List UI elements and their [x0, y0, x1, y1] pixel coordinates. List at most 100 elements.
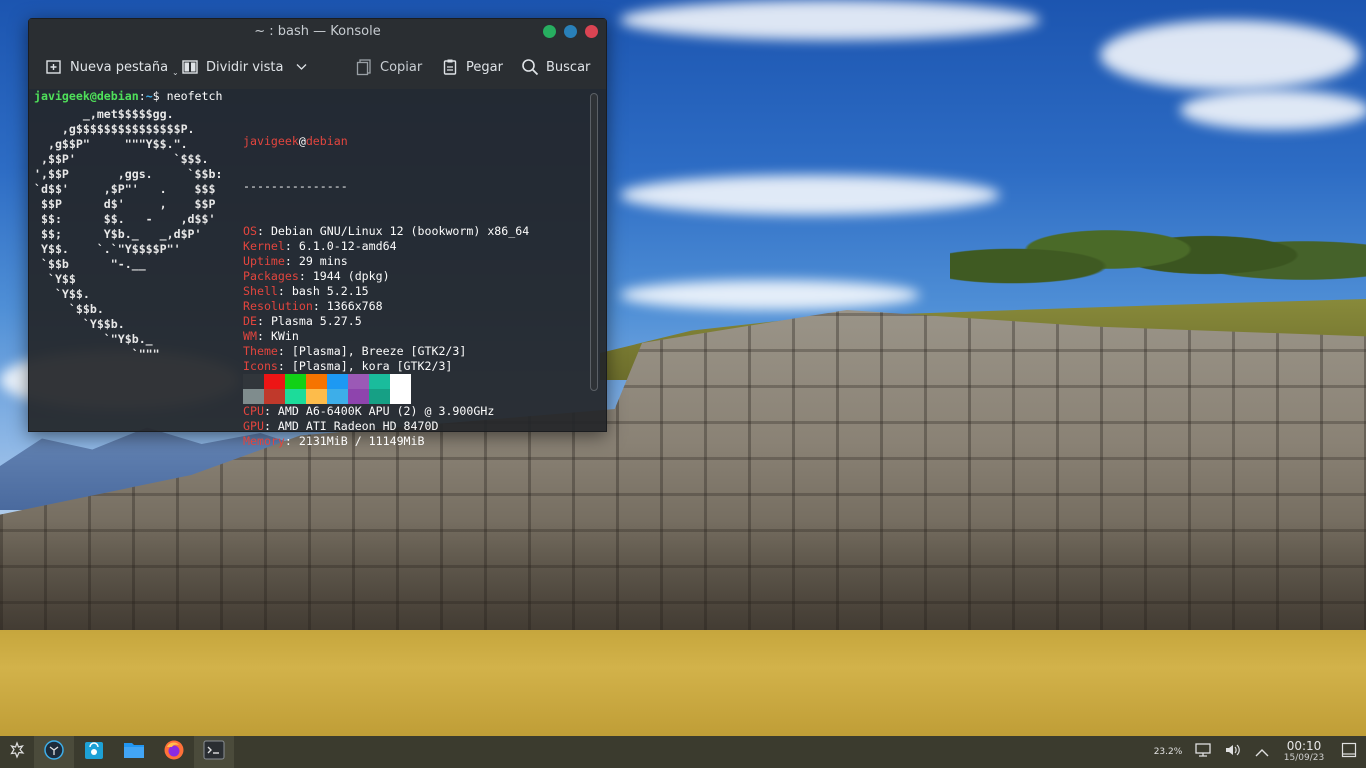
files-button[interactable]	[114, 736, 154, 768]
launcher-icon	[8, 741, 26, 763]
cpu-monitor[interactable]: 23.2%	[1148, 736, 1188, 768]
info-row: DE: Plasma 5.27.5	[243, 314, 529, 329]
logo-line: `Y$$	[34, 272, 76, 286]
logo-line: ,g$$$$$$$$$$$$$$$P.	[34, 122, 195, 136]
maximize-button[interactable]	[564, 25, 577, 38]
info-key: Theme	[243, 344, 278, 358]
info-key: DE	[243, 314, 257, 328]
wallpaper-cloud	[620, 280, 920, 310]
paste-button[interactable]: Pegar	[435, 51, 509, 83]
color-swatch	[285, 374, 306, 389]
info-row: Uptime: 29 mins	[243, 254, 529, 269]
new-tab-icon	[45, 58, 63, 76]
info-key: OS	[243, 224, 257, 238]
logo-line: `"Y$b._	[34, 332, 153, 346]
wallpaper-grass	[0, 630, 1366, 738]
info-colon: :	[256, 224, 271, 238]
chevron-up-icon	[1255, 743, 1269, 762]
info-value: 29 mins	[298, 254, 348, 268]
color-swatch	[264, 374, 285, 389]
wallpaper-cloud	[1180, 90, 1366, 130]
firefox-button[interactable]	[154, 736, 194, 768]
wallpaper-cloud	[1100, 20, 1360, 90]
info-key: WM	[243, 329, 257, 343]
wallpaper-shadow	[0, 520, 1366, 640]
info-value: 2131MiB / 11149MiB	[298, 434, 425, 448]
prompt-user: javigeek@debian	[34, 89, 139, 103]
color-swatch	[348, 374, 369, 389]
paste-label: Pegar	[466, 59, 503, 75]
show-desktop-button[interactable]	[1332, 736, 1366, 768]
color-swatch	[306, 374, 327, 389]
close-button[interactable]	[585, 25, 598, 38]
terminal-view[interactable]: javigeek@debian:~$ neofetch _,met$$$$$gg…	[29, 89, 606, 448]
pager-button[interactable]	[34, 736, 74, 768]
prompt-line: javigeek@debian:~$ neofetch	[34, 89, 222, 104]
new-tab-button[interactable]: Nueva pestaña ⌄	[39, 51, 185, 83]
color-swatch	[327, 374, 348, 389]
konsole-task-button[interactable]	[194, 736, 234, 768]
minimize-button[interactable]	[543, 25, 556, 38]
copy-button[interactable]: Copiar	[349, 51, 428, 83]
color-swatch	[243, 374, 264, 389]
logo-line: Y$$. `.`"Y$$$$P"'	[34, 242, 181, 256]
terminal-scrollbar[interactable]	[590, 93, 598, 391]
chevron-down-icon	[296, 61, 307, 74]
clock-date: 15/09/23	[1283, 753, 1325, 763]
info-key: Uptime	[243, 254, 285, 268]
debian-ascii-logo: _,met$$$$$gg. ,g$$$$$$$$$$$$$$$P. ,g$$P"…	[34, 107, 222, 362]
info-row: Theme: [Plasma], Breeze [GTK2/3]	[243, 344, 529, 359]
prompt-path: ~	[145, 89, 153, 103]
info-header: javigeek@debian	[243, 134, 529, 149]
info-colon: :	[277, 284, 292, 298]
discover-button[interactable]	[74, 736, 114, 768]
info-colon: :	[277, 359, 292, 373]
info-row: OS: Debian GNU/Linux 12 (bookworm) x86_6…	[243, 224, 529, 239]
network-button[interactable]	[1188, 736, 1218, 768]
app-launcher-button[interactable]	[0, 736, 34, 768]
info-separator: ---------------	[243, 179, 348, 193]
info-value: bash 5.2.15	[291, 284, 369, 298]
info-colon: :	[284, 254, 299, 268]
logo-line: $$P d$' , $$P	[34, 197, 216, 211]
digital-clock[interactable]: 00:10 15/09/23	[1276, 736, 1332, 768]
color-swatch	[285, 389, 306, 404]
info-row: Shell: bash 5.2.15	[243, 284, 529, 299]
system-info: javigeek@debian --------------- OS: Debi…	[243, 104, 529, 479]
volume-button[interactable]	[1218, 736, 1248, 768]
search-icon	[521, 58, 539, 76]
cpu-usage-text: 23.2%	[1153, 747, 1183, 757]
info-value: 1944 (dpkg)	[312, 269, 390, 283]
color-swatch	[369, 374, 390, 389]
color-swatch	[390, 389, 411, 404]
speaker-icon	[1224, 742, 1242, 762]
split-view-label: Dividir vista	[206, 59, 284, 75]
logo-line: ',$$P ,ggs. `$$b:	[34, 167, 223, 181]
info-colon: :	[256, 329, 271, 343]
prompt-separator: :	[138, 89, 146, 103]
info-row: Packages: 1944 (dpkg)	[243, 269, 529, 284]
folder-icon	[123, 740, 145, 764]
window-titlebar[interactable]: ~ : bash — Konsole	[29, 19, 606, 45]
info-key: CPU	[243, 404, 264, 418]
info-row: Icons: [Plasma], kora [GTK2/3]	[243, 359, 529, 374]
search-button[interactable]: Buscar	[515, 51, 596, 83]
info-value: 1366x768	[326, 299, 383, 313]
split-view-button[interactable]: Dividir vista	[175, 51, 313, 83]
info-value: Debian GNU/Linux 12 (bookworm) x86_64	[270, 224, 530, 238]
info-row: GPU: AMD ATI Radeon HD 8470D	[243, 419, 529, 434]
info-colon: :	[284, 434, 299, 448]
show-desktop-icon	[1341, 742, 1357, 762]
color-swatch	[369, 389, 390, 404]
color-swatch	[243, 389, 264, 404]
logo-line: `"""	[34, 347, 160, 361]
logo-line: ,$$P' `$$$.	[34, 152, 209, 166]
info-row: WM: KWin	[243, 329, 529, 344]
logo-line: ,g$$P" """Y$$.".	[34, 137, 188, 151]
tray-expand-button[interactable]	[1248, 736, 1276, 768]
info-key: Packages	[243, 269, 299, 283]
konsole-window[interactable]: ~ : bash — Konsole Nueva pestaña ⌄ Divid…	[28, 18, 607, 448]
copy-icon	[355, 58, 373, 76]
info-key: GPU	[243, 419, 264, 433]
new-tab-label: Nueva pestaña	[70, 59, 169, 75]
